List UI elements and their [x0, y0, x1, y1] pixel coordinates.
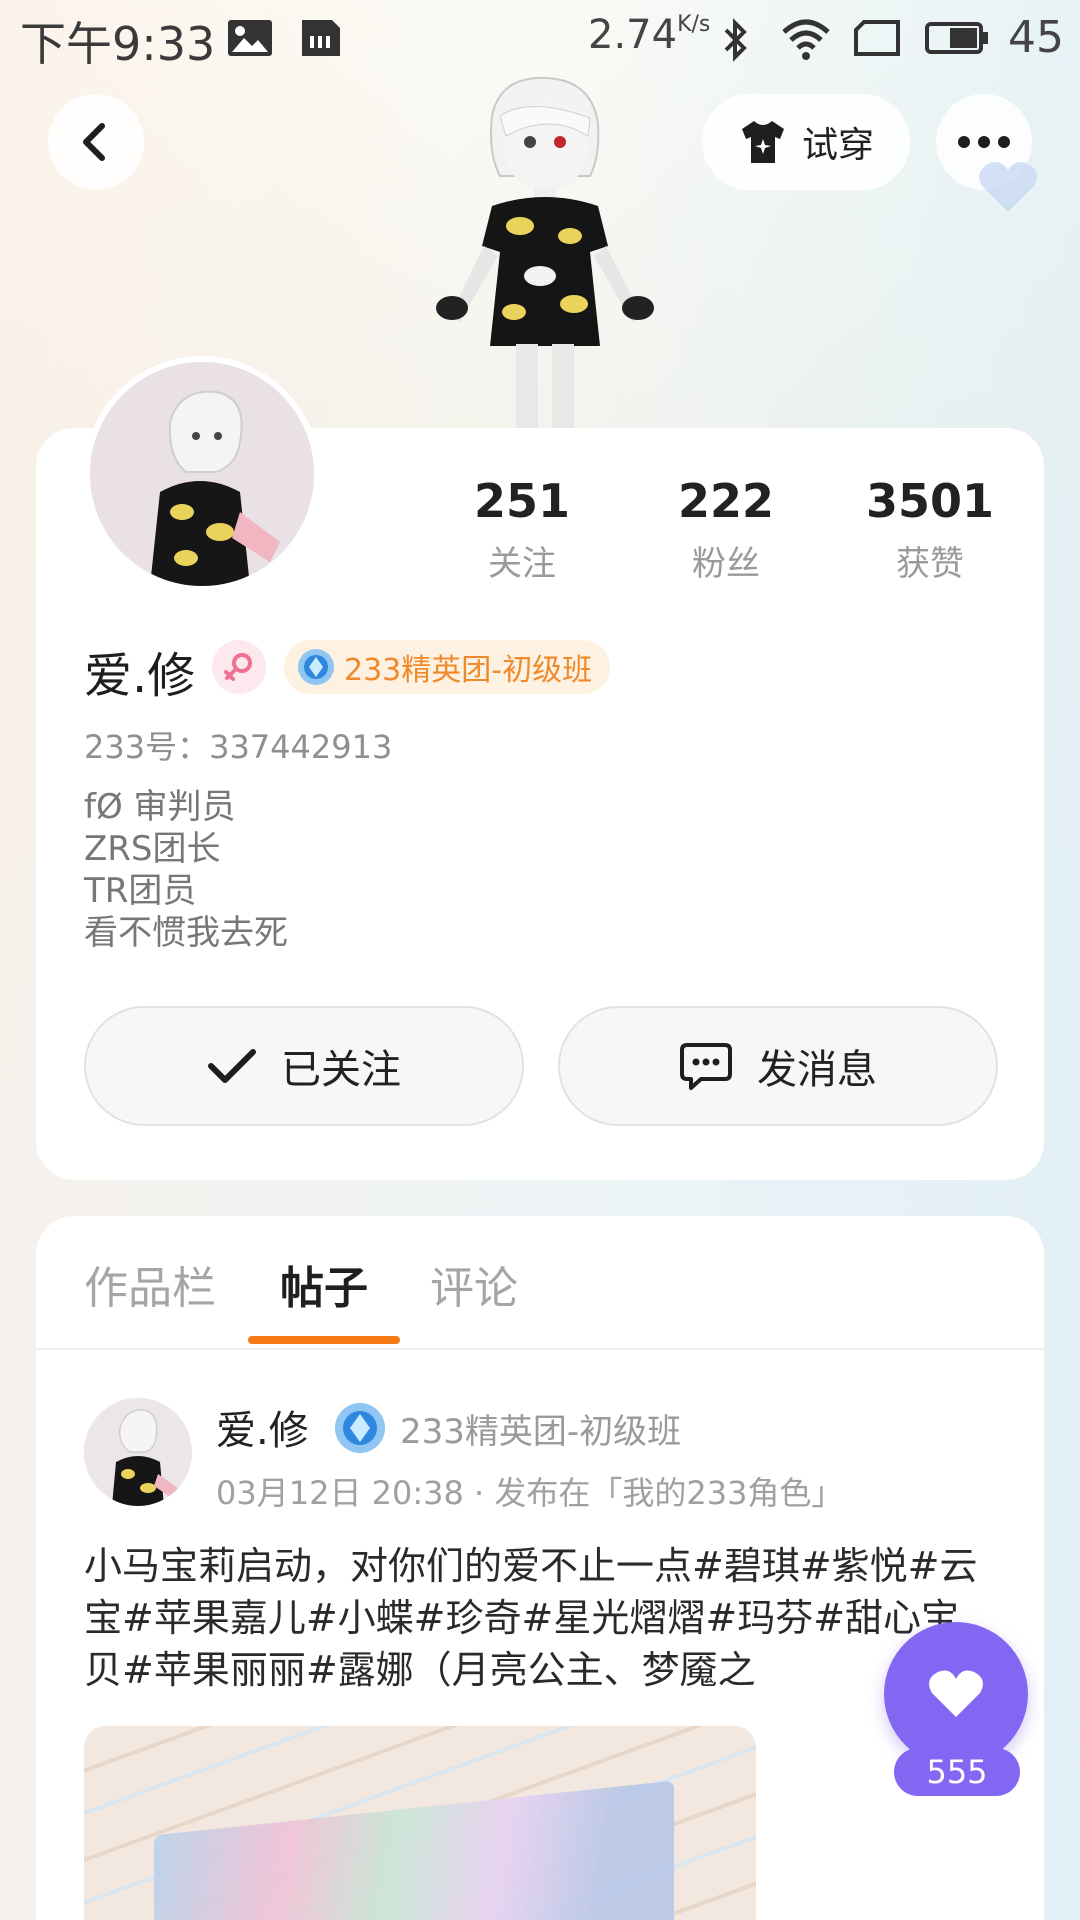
stat-following[interactable]: 251 关注 — [452, 474, 592, 585]
crystal-medal-icon — [298, 649, 334, 685]
post-author-club: 233精英团-初级班 — [400, 1412, 682, 1452]
following-label: 关注 — [488, 544, 556, 584]
following-button[interactable]: 已关注 — [84, 1006, 524, 1126]
decorative-heart-icon — [979, 162, 1037, 212]
club-badge[interactable]: 233精英团-初级班 — [284, 640, 611, 694]
post-author-name[interactable]: 爱.修 — [216, 1398, 309, 1456]
following-button-label: 已关注 — [281, 1047, 401, 1093]
crystal-medal-icon — [335, 1403, 385, 1453]
profile-username: 爱.修 — [84, 648, 196, 704]
likes-count: 3501 — [865, 474, 995, 528]
stat-likes[interactable]: 3501 获赞 — [860, 474, 1000, 585]
gender-badge — [212, 640, 266, 694]
battery-icon — [925, 22, 988, 54]
tshirt-icon — [741, 121, 784, 163]
active-tab-indicator — [248, 1336, 400, 1344]
back-button[interactable] — [48, 94, 144, 190]
bio-line: 看不惯我去死 — [84, 913, 288, 953]
post-text[interactable]: 小马宝莉启动，对你们的爱不止一点#碧琪#紫悦#云宝#苹果嘉儿#小蝶#珍奇#星光熠… — [84, 1540, 984, 1696]
send-message-button[interactable]: 发消息 — [558, 1006, 998, 1126]
check-icon — [208, 1049, 256, 1083]
tab-works[interactable]: 作品栏 — [84, 1252, 216, 1316]
sim-icon — [302, 20, 340, 56]
tab-comments[interactable]: 评论 — [430, 1252, 518, 1316]
try-on-label: 试穿 — [801, 125, 874, 166]
post-image-content — [154, 1780, 674, 1920]
bio-line: ZRS团长 — [84, 829, 221, 869]
status-time: 下午9:33 — [20, 17, 216, 71]
more-dots-icon — [958, 136, 1010, 148]
chevron-left-icon — [83, 123, 105, 161]
status-bar: 下午9:33 2.74K/s 45 — [0, 0, 1080, 76]
battery-level: 45 — [1008, 12, 1064, 63]
followers-count: 222 — [677, 474, 775, 528]
post-meta: 03月12日 20:38 · 发布在「我的233角色」 — [216, 1474, 844, 1512]
female-symbol-icon — [224, 653, 252, 681]
club-badge-label: 233精英团-初级班 — [344, 653, 593, 688]
screen-icon — [854, 20, 900, 56]
likes-label: 获赞 — [896, 544, 964, 584]
chat-bubble-icon — [680, 1043, 732, 1090]
heart-icon — [929, 1670, 983, 1717]
bio-line: fØ 审判员 — [84, 787, 236, 827]
try-on-button[interactable]: 试穿 — [702, 94, 910, 190]
stat-followers[interactable]: 222 粉丝 — [656, 474, 796, 585]
network-speed: 2.74K/s — [588, 12, 711, 58]
character-avatar-figure[interactable] — [430, 76, 660, 432]
tab-posts[interactable]: 帖子 — [280, 1252, 368, 1316]
profile-avatar[interactable] — [84, 356, 320, 592]
like-count: 555 — [894, 1748, 1020, 1796]
tab-divider — [36, 1348, 1044, 1350]
like-button[interactable] — [884, 1622, 1028, 1766]
send-message-label: 发消息 — [757, 1047, 877, 1093]
image-icon — [228, 20, 272, 56]
bio-line: TR团员 — [84, 871, 197, 911]
bluetooth-icon — [724, 18, 747, 62]
following-count: 251 — [473, 474, 571, 528]
followers-label: 粉丝 — [692, 544, 760, 584]
account-id: 233号：337442913 — [84, 728, 393, 766]
post-image[interactable] — [84, 1726, 756, 1920]
wifi-icon — [782, 19, 830, 60]
profile-bio: fØ 审判员 ZRS团长 TR团员 看不惯我去死 — [84, 786, 288, 954]
post-author-avatar[interactable] — [84, 1398, 192, 1506]
